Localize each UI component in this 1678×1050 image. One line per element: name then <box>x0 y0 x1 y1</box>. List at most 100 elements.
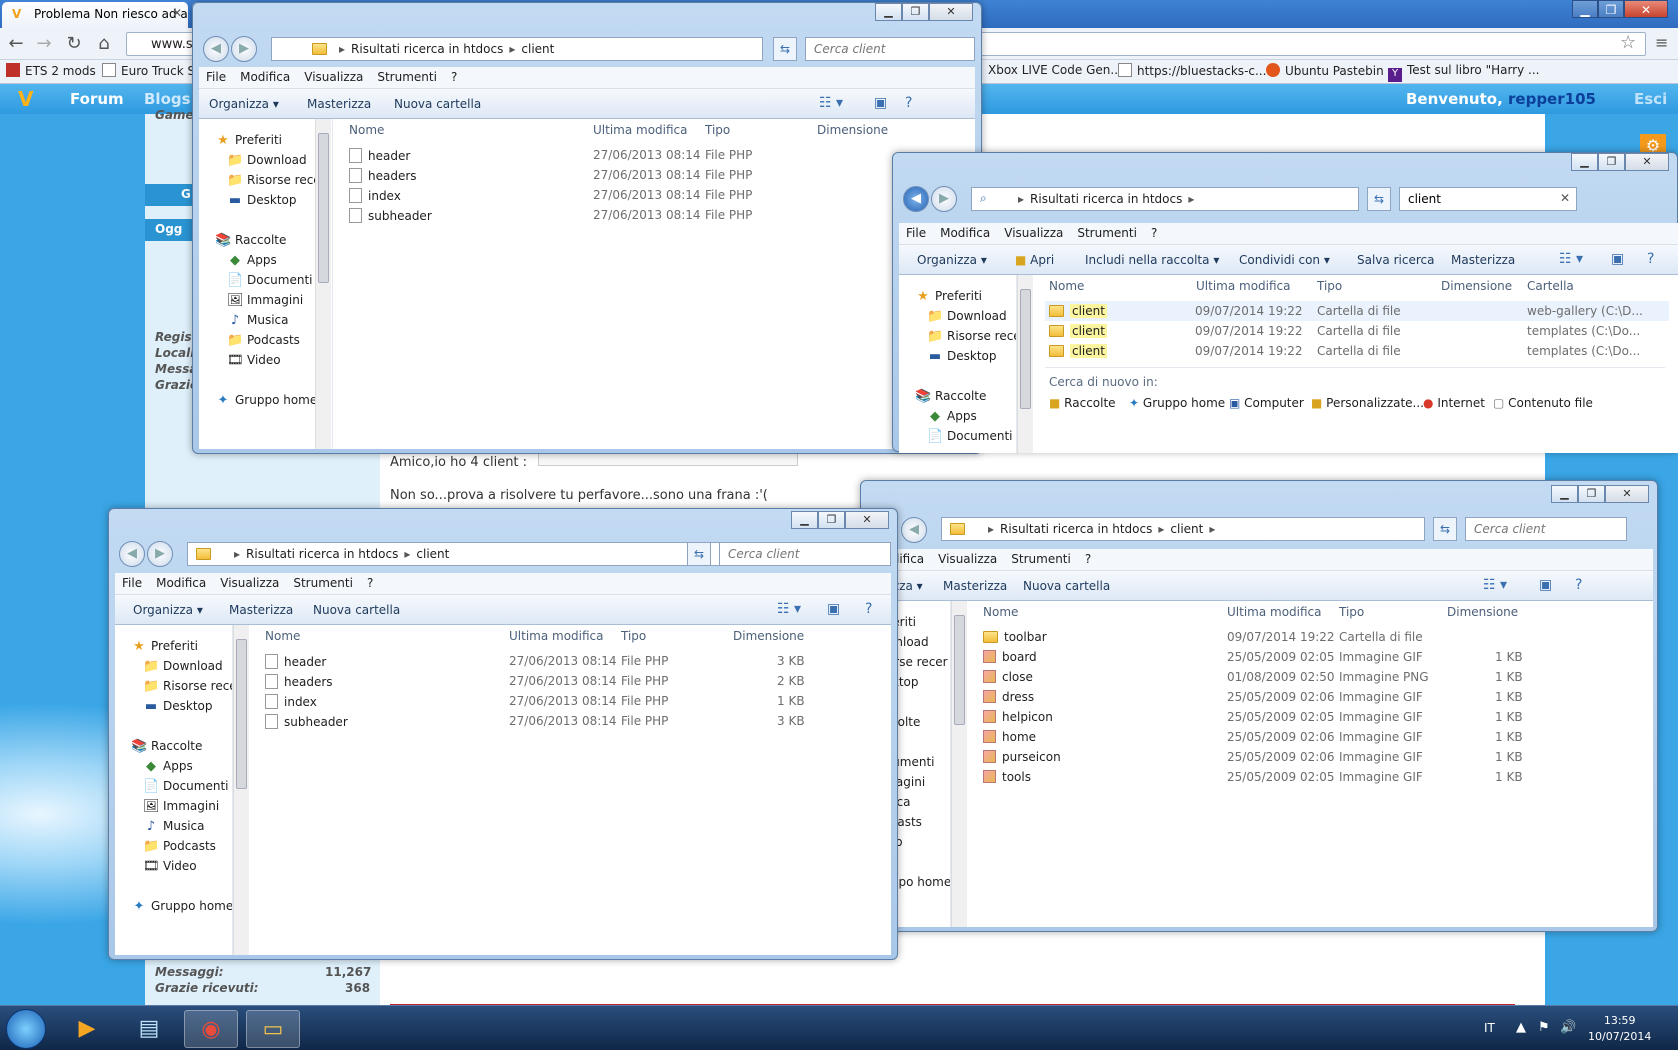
nav-scrollbar[interactable] <box>315 119 331 449</box>
search-again-internet[interactable]: ● Internet <box>1423 396 1485 410</box>
menu-tools[interactable]: Strumenti <box>370 67 444 87</box>
organize-button[interactable]: Organizza ▾ <box>133 603 203 617</box>
file-row[interactable]: helpicon 25/05/2009 02:05 Immagine GIF 1 KB <box>983 707 1623 727</box>
forward-icon[interactable]: ▶ <box>231 36 257 62</box>
file-row[interactable]: tools 25/05/2009 02:05 Immagine GIF 1 KB <box>983 767 1623 787</box>
help-icon[interactable]: ? <box>1647 251 1654 267</box>
back-icon[interactable]: ← <box>4 33 28 55</box>
breadcrumb-item[interactable]: Risultati ricerca in htdocs <box>1000 522 1152 536</box>
menu-view[interactable]: Visualizza <box>931 549 1004 569</box>
file-row[interactable]: subheader 27/06/2013 08:14 File PHP 3 KB <box>265 711 885 731</box>
search-again-libraries[interactable]: ■ Raccolte <box>1049 396 1116 410</box>
organize-button[interactable]: Organizza ▾ <box>917 253 987 267</box>
menu-help[interactable]: ? <box>444 67 464 87</box>
nav-download[interactable]: 📁 Download <box>227 153 307 168</box>
minimize-icon[interactable]: ▁ <box>875 3 902 21</box>
column-header-type[interactable]: Tipo <box>705 123 730 137</box>
notes-app-icon[interactable]: ▤ <box>122 1010 176 1048</box>
breadcrumb-item[interactable]: Risultati ricerca in htdocs <box>1030 192 1182 206</box>
search-input[interactable]: Cerca client <box>719 542 891 566</box>
help-icon[interactable]: ? <box>865 601 872 617</box>
file-row[interactable]: index 27/06/2013 08:14 File PHP 1 KB <box>265 691 885 711</box>
menu-view[interactable]: Visualizza <box>997 223 1070 243</box>
search-again-custom[interactable]: ■ Personalizzate... <box>1311 396 1424 410</box>
forward-icon[interactable]: ▶ <box>931 186 957 212</box>
maximize-icon[interactable]: ❐ <box>1578 485 1605 503</box>
menu-tools[interactable]: Strumenti <box>286 573 360 593</box>
nav-pictures[interactable]: 🖼 Immagini <box>143 799 219 814</box>
new-folder-button[interactable]: Nuova cartella <box>313 603 400 617</box>
menu-view[interactable]: Visualizza <box>297 67 370 87</box>
breadcrumb-item[interactable]: client <box>521 42 554 56</box>
menu-edit[interactable]: Modifica <box>933 223 997 243</box>
logout-link[interactable]: Esci <box>1634 90 1667 108</box>
bookmark-item[interactable]: Xbox LIVE Code Gen... <box>988 63 1122 77</box>
close-icon[interactable]: ✕ <box>1624 0 1668 18</box>
file-row[interactable]: purseicon 25/05/2009 02:06 Immagine GIF 1 K… <box>983 747 1623 767</box>
file-row[interactable]: subheader 27/06/2013 08:14 File PHP <box>349 205 949 225</box>
forward-icon[interactable]: → <box>32 33 56 55</box>
nav-apps[interactable]: ◆ Apps <box>227 253 277 268</box>
site-logo-icon[interactable]: V <box>18 87 33 111</box>
minimize-icon[interactable]: ▁ <box>791 511 818 529</box>
bookmark-item[interactable]: Ubuntu Pastebin <box>1266 63 1384 78</box>
result-row[interactable]: client 09/07/2014 19:22 Cartella di file te… <box>1045 341 1669 361</box>
preview-pane-icon[interactable]: ▣ <box>1611 251 1624 267</box>
close-icon[interactable]: ✕ <box>845 511 889 529</box>
menu-file[interactable]: File <box>199 67 233 87</box>
column-header-modified[interactable]: Ultima modifica <box>593 123 688 137</box>
refresh-icon[interactable]: ⇆ <box>687 542 711 566</box>
nav-libraries[interactable]: 📚 Raccolte <box>131 739 202 754</box>
view-options-icon[interactable]: ☷ ▾ <box>1483 577 1507 593</box>
result-row[interactable]: client 09/07/2014 19:22 Cartella di file te… <box>1045 321 1669 341</box>
file-row[interactable]: close 01/08/2009 02:50 Immagine PNG 1 KB <box>983 667 1623 687</box>
clock[interactable]: 13:59 10/07/2014 <box>1588 1013 1651 1045</box>
close-icon[interactable]: ✕ <box>929 3 973 21</box>
bookmark-item[interactable]: Euro Truck Si <box>102 63 198 78</box>
column-header-size[interactable]: Dimensione <box>733 629 804 643</box>
nav-scrollbar[interactable] <box>233 625 249 955</box>
volume-icon[interactable]: 🔊 <box>1560 1020 1576 1035</box>
menu-tools[interactable]: Strumenti <box>1070 223 1144 243</box>
start-button[interactable] <box>6 1009 46 1049</box>
back-icon[interactable]: ◀ <box>203 36 229 62</box>
chrome-taskbar-icon[interactable]: ◉ <box>184 1010 238 1048</box>
column-header-type[interactable]: Tipo <box>1339 605 1364 619</box>
minimize-icon[interactable]: ▁ <box>1572 0 1598 18</box>
nav-apps[interactable]: ◆ Apps <box>927 409 977 424</box>
view-options-icon[interactable]: ☷ ▾ <box>819 95 843 111</box>
nav-video[interactable]: 🎞 Video <box>143 859 197 874</box>
minimize-icon[interactable]: ▁ <box>1551 485 1578 503</box>
home-icon[interactable]: ⌂ <box>92 33 116 55</box>
refresh-icon[interactable]: ⇆ <box>773 37 797 61</box>
file-row[interactable]: header 27/06/2013 08:14 File PHP 3 KB <box>265 651 885 671</box>
nav-favorites[interactable]: ★ Preferiti <box>215 133 282 148</box>
preview-pane-icon[interactable]: ▣ <box>827 601 840 617</box>
nav-apps[interactable]: ◆ Apps <box>143 759 193 774</box>
username-link[interactable]: repper105 <box>1508 90 1596 108</box>
column-header-size[interactable]: Dimensione <box>1447 605 1518 619</box>
explorer-taskbar-icon[interactable]: ▭ <box>246 1010 300 1048</box>
address-breadcrumb[interactable]: ▸ Risultati ricerca in htdocs ▸ client <box>271 37 763 61</box>
bookmark-star-icon[interactable]: ☆ <box>1620 32 1636 53</box>
help-icon[interactable]: ? <box>905 95 912 111</box>
menu-help[interactable]: ? <box>1078 549 1098 569</box>
minimize-icon[interactable]: ▁ <box>1571 153 1598 171</box>
nav-recent[interactable]: 📁Risorse recer <box>927 329 1016 344</box>
nav-scrollbar[interactable] <box>951 601 967 927</box>
nav-blogs[interactable]: Blogs <box>144 90 191 108</box>
nav-recent[interactable]: 📁Risorse recer <box>227 173 326 188</box>
scrollbar-thumb[interactable] <box>1020 289 1031 409</box>
share-button[interactable]: Condividi con ▾ <box>1239 253 1330 267</box>
view-options-icon[interactable]: ☷ ▾ <box>777 601 801 617</box>
organize-button[interactable]: Organizza ▾ <box>209 97 279 111</box>
nav-recent[interactable]: 📁Risorse recer <box>143 679 232 694</box>
nav-desktop[interactable]: ▬ Desktop <box>143 699 213 714</box>
nav-podcasts[interactable]: 📁 Podcasts <box>227 333 300 348</box>
nav-documents[interactable]: 📄 Documenti <box>227 273 313 288</box>
result-row[interactable]: client 09/07/2014 19:22 Cartella di file we… <box>1045 301 1669 321</box>
maximize-icon[interactable]: ❐ <box>902 3 929 21</box>
menu-tools[interactable]: Strumenti <box>1004 549 1078 569</box>
view-options-icon[interactable]: ☷ ▾ <box>1559 251 1583 267</box>
nav-homegroup[interactable]: ✦ Gruppo home <box>131 899 232 914</box>
